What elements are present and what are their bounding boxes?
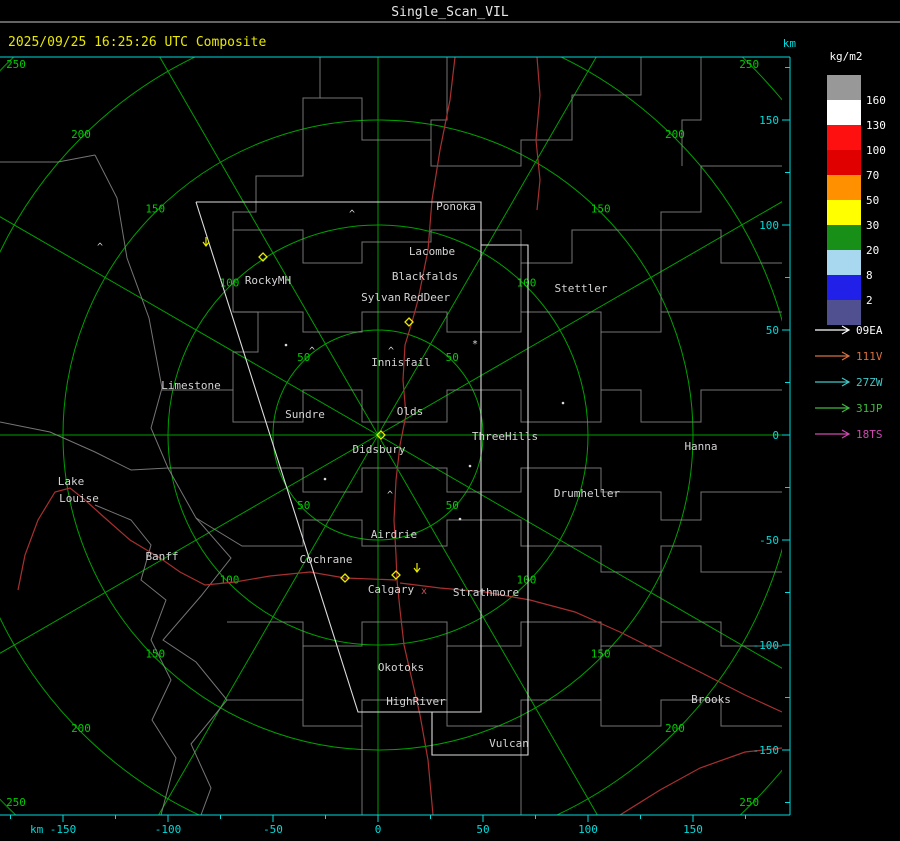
range-ring-label: 50 [446,351,459,364]
scale-value-label: 20 [866,244,879,257]
radar-site-id: 111V [856,350,883,363]
scale-swatch [827,125,861,150]
town-glyph-marker: ^ [387,490,393,501]
right-axis-tick-label: 0 [772,429,779,442]
city-label: Strathmore [453,586,519,599]
bottom-axis-tick-label: -150 [50,823,77,836]
scale-swatch [827,300,861,325]
city-label: Innisfail [371,356,431,369]
scale-swatch [827,250,861,275]
city-label: Drumheller [554,487,621,500]
city-label: Lake [58,475,85,488]
city-label: Sundre [285,408,325,421]
bottom-axis-tick-label: 0 [375,823,382,836]
scale-swatch [827,75,861,100]
scale-swatch [827,150,861,175]
scale-swatch [827,225,861,250]
scale-swatch [827,200,861,225]
scale-value-label: 100 [866,144,886,157]
right-axis-tick-label: 100 [759,219,779,232]
town-dot-marker [284,343,288,347]
scale-swatch [827,100,861,125]
scale-swatch [827,175,861,200]
scale-value-label: 50 [866,194,879,207]
range-ring-label: 150 [591,202,611,215]
right-axis-tick-label: -150 [753,744,780,757]
range-ring-label: 200 [71,128,91,141]
range-ring-label: 100 [517,573,537,586]
scale-value-label: 130 [866,119,886,132]
town-glyph-marker: ^ [349,209,355,220]
range-ring-label: 100 [220,573,240,586]
city-label: Louise [59,492,99,505]
city-label: Blackfalds [392,270,458,283]
city-label: Sylvan [361,291,401,304]
scale-value-label: 70 [866,169,879,182]
axis-unit-top: km [783,37,797,50]
town-glyph-marker: ^ [309,346,315,357]
town-glyph-marker: x [421,586,427,597]
range-ring-label: 250 [739,796,759,809]
scale-swatch [827,275,861,300]
city-label: Okotoks [378,661,424,674]
scale-value-label: 8 [866,269,873,282]
timestamp-label: 2025/09/25 16:25:26 UTC Composite [8,35,266,50]
axis-unit-bottom: km [30,823,44,836]
city-label: RockyMH [245,274,291,287]
city-label: Hanna [684,440,717,453]
scale-value-label: 160 [866,94,886,107]
city-label: Didsbury [353,443,406,456]
city-label: Banff [145,550,178,563]
city-label: Cochrane [300,553,353,566]
town-glyph-marker: * [472,339,478,350]
radar-viewer-window: Single_Scan_VIL 2025/09/25 16:25:26 UTC … [0,0,900,841]
town-dot-marker [458,517,462,521]
radar-site-id: 09EA [856,324,883,337]
range-ring-label: 50 [446,499,459,512]
range-ring-label: 150 [145,202,165,215]
city-label: Stettler [555,282,608,295]
legend-unit-label: kg/m2 [829,50,862,63]
right-axis-tick-label: 50 [766,324,779,337]
right-axis-tick-label: -100 [753,639,780,652]
city-label: RedDeer [404,291,451,304]
city-label: Brooks [691,693,731,706]
town-glyph-marker: ^ [97,242,103,253]
range-ring-label: 200 [71,722,91,735]
range-ring-label: 250 [6,58,26,71]
range-ring-label: 50 [297,499,310,512]
bottom-axis-tick-label: -50 [263,823,283,836]
bottom-axis-tick-label: 150 [683,823,703,836]
window-title: Single_Scan_VIL [391,5,509,20]
range-ring-label: 250 [739,58,759,71]
city-label: Calgary [368,583,415,596]
city-label: Olds [397,405,424,418]
radar-site-id: 18TS [856,428,883,441]
town-dot-marker [468,464,472,468]
bottom-axis-tick-label: -100 [155,823,182,836]
radar-site-id: 31JP [856,402,883,415]
city-label: Vulcan [489,737,529,750]
city-label: Ponoka [436,200,476,213]
city-label: Limestone [161,379,221,392]
city-label: Airdrie [371,528,417,541]
right-axis-tick-label: 150 [759,114,779,127]
town-dot-marker [561,401,565,405]
scale-value-label: 2 [866,294,873,307]
city-label: ThreeHills [472,430,538,443]
scale-value-label: 30 [866,219,879,232]
town-dot-marker [323,477,327,481]
radar-site-id: 27ZW [856,376,883,389]
bottom-axis-tick-label: 100 [578,823,598,836]
city-label: Lacombe [409,245,455,258]
range-ring-label: 100 [220,277,240,290]
range-ring-label: 100 [517,277,537,290]
bottom-axis-tick-label: 50 [476,823,489,836]
range-ring-label: 250 [6,796,26,809]
range-ring-label: 200 [665,722,685,735]
city-label: HighRiver [386,695,446,708]
range-ring-label: 150 [145,648,165,661]
right-axis-tick-label: -50 [759,534,779,547]
